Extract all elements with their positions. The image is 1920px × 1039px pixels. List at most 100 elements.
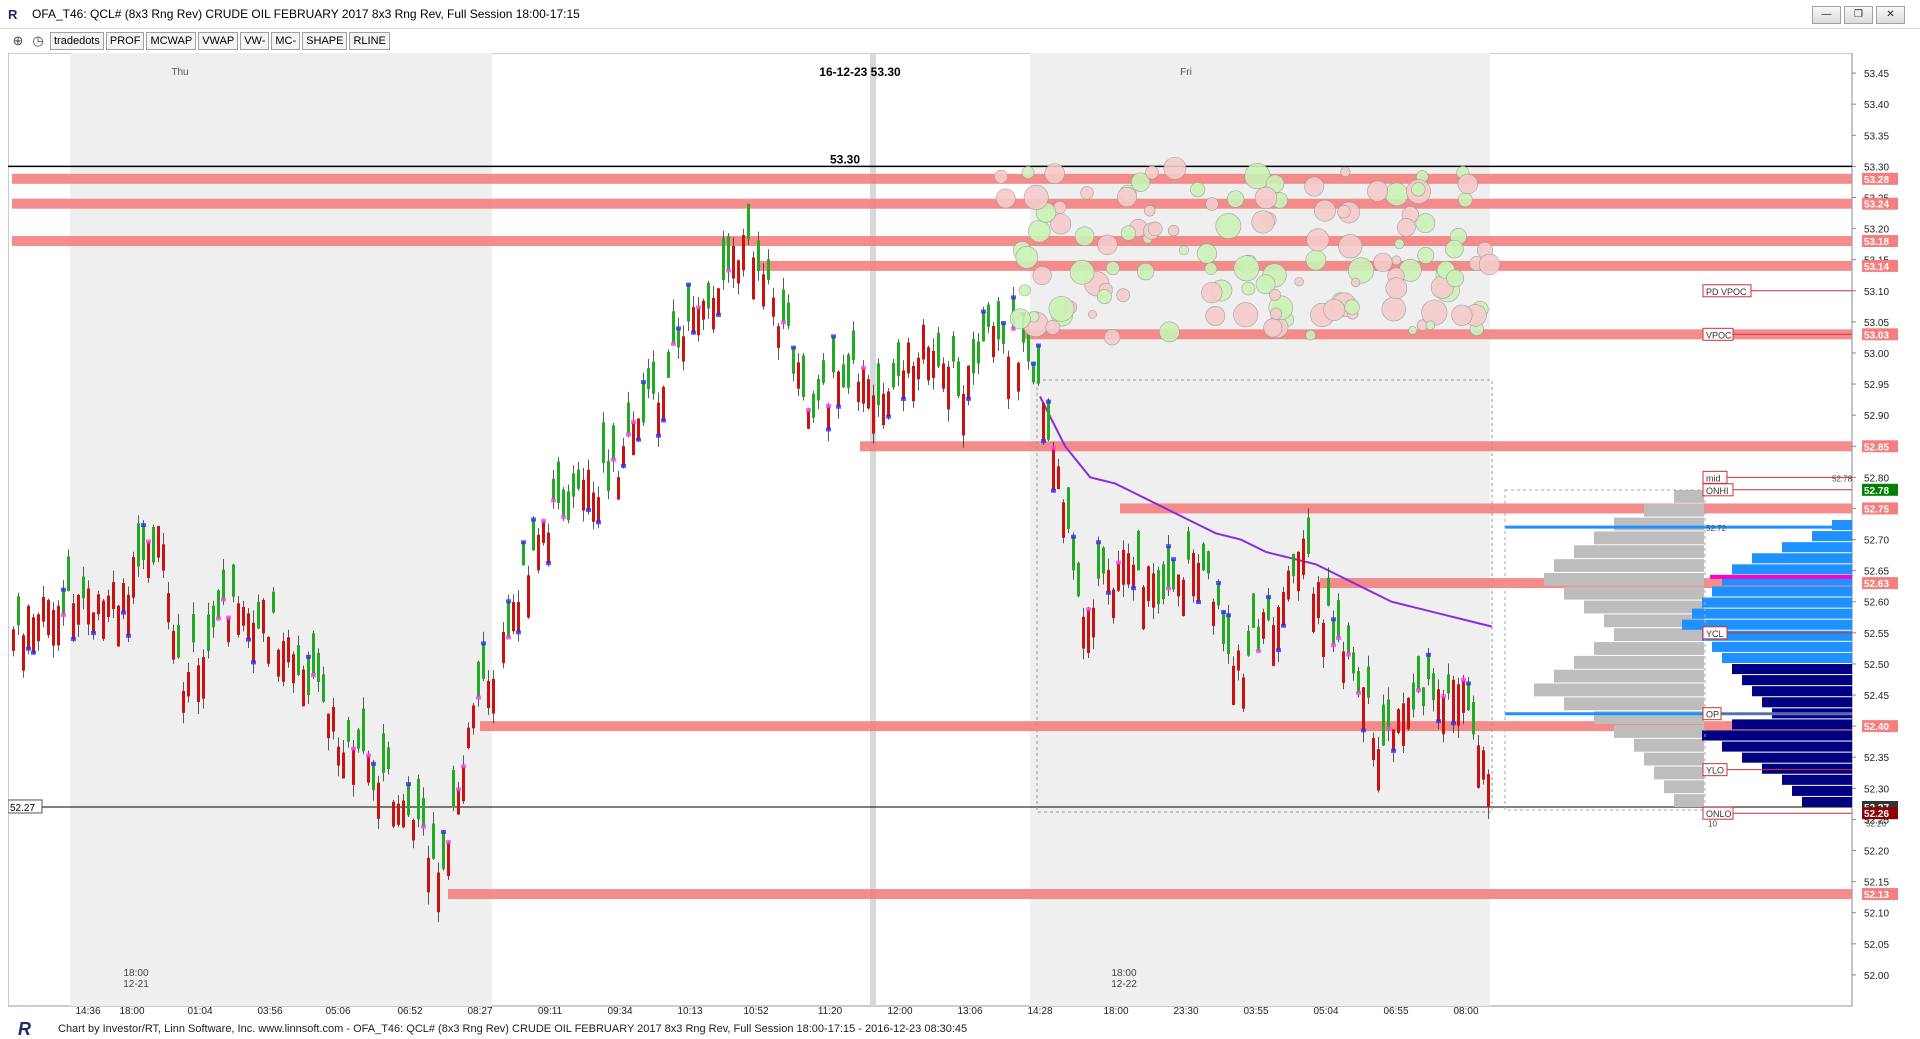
y-tick-label: 52.00 — [1864, 971, 1889, 982]
profile-bar — [1564, 586, 1704, 600]
sr-zone-label: 53.18 — [1864, 237, 1889, 248]
candle-body — [512, 602, 515, 632]
candle-body — [122, 583, 125, 613]
y-tick-label: 53.10 — [1864, 287, 1889, 298]
candle-body — [1112, 589, 1115, 619]
y-tick-label: 52.10 — [1864, 909, 1889, 920]
candle-body — [37, 614, 40, 642]
clock-icon[interactable]: ◷ — [30, 33, 46, 49]
candle-body — [422, 798, 425, 827]
window-title: OFA_T46: QCL# (8x3 Rng Rev) CRUDE OIL FE… — [32, 7, 580, 21]
order-flow-bubble — [1190, 182, 1206, 198]
candle-body — [1297, 551, 1300, 592]
candle-body — [557, 461, 560, 503]
candle-body — [292, 654, 295, 684]
order-flow-bubble — [1015, 245, 1039, 269]
rline-button[interactable]: RLINE — [349, 32, 390, 50]
candle-body — [807, 410, 810, 429]
candle-body — [302, 669, 305, 707]
x-tick-label: 05:06 — [325, 1006, 351, 1017]
x-tick-label: 13:06 — [957, 1006, 983, 1017]
restore-button[interactable]: ❐ — [1844, 6, 1873, 24]
candle-body — [532, 519, 535, 551]
order-flow-bubble — [1306, 228, 1330, 252]
candle-body — [1302, 538, 1305, 575]
vw-minus-button[interactable]: VW- — [240, 32, 270, 50]
tradedots-button[interactable]: tradedots — [50, 32, 104, 50]
candle-body — [1057, 466, 1060, 490]
vwap-button[interactable]: VWAP — [198, 32, 239, 50]
profile-bar-blue — [1702, 597, 1852, 608]
candle-body — [112, 582, 115, 610]
profile-bar — [1554, 669, 1704, 683]
chart-area[interactable]: 53.4553.4053.3553.3053.2553.2053.1553.10… — [8, 53, 1920, 1018]
y-tick-label: 52.95 — [1864, 380, 1889, 391]
candle-body — [157, 526, 160, 558]
shape-button[interactable]: SHAPE — [302, 32, 348, 50]
trade-dot — [1461, 677, 1466, 682]
candle-body — [672, 311, 675, 344]
candle-body — [312, 633, 315, 676]
session-label: Thu — [171, 67, 188, 78]
candle-body — [1347, 625, 1350, 655]
profile-bar-blue — [1722, 652, 1852, 663]
profile-bar-blue — [1792, 785, 1852, 796]
prof-button[interactable]: PROF — [105, 32, 145, 50]
candle-body — [587, 469, 590, 511]
candle-body — [1132, 564, 1135, 589]
candle-body — [1397, 709, 1400, 733]
order-flow-bubble — [1394, 238, 1405, 250]
candle-body — [1432, 673, 1435, 701]
x-tick-label: 11:20 — [817, 1006, 843, 1017]
trade-dot — [551, 498, 556, 503]
candle-body — [1117, 562, 1120, 591]
candle-body — [852, 330, 855, 361]
sr-zone — [1120, 503, 1852, 514]
order-flow-bubble — [1069, 259, 1095, 285]
profile-label: 10 — [1708, 820, 1717, 829]
order-flow-bubble — [1178, 245, 1189, 256]
x-tick-label: 18:00 — [1103, 1006, 1129, 1017]
candle-body — [47, 600, 50, 636]
candle-body — [1367, 666, 1370, 698]
candle-body — [547, 532, 550, 564]
trade-dot — [311, 673, 316, 678]
y-tick-label: 53.30 — [1864, 162, 1889, 173]
sr-zone-label: 52.40 — [1864, 722, 1889, 733]
mc-minus-button[interactable]: MC- — [271, 32, 301, 50]
candle-body — [1322, 622, 1325, 658]
order-flow-bubble — [1163, 156, 1187, 180]
zoom-icon[interactable]: ⊕ — [10, 33, 26, 49]
candle-body — [97, 594, 100, 615]
mcwap-button[interactable]: MCWAP — [146, 32, 197, 50]
candle-body — [187, 671, 190, 697]
price-chart[interactable]: 53.4553.4053.3553.3053.2553.2053.1553.10… — [8, 53, 1920, 1018]
candle-body — [842, 364, 845, 388]
candle-body — [892, 363, 895, 388]
profile-bar — [1544, 572, 1704, 586]
profile-bar-blue — [1762, 763, 1852, 774]
profile-bar — [1534, 683, 1704, 697]
candle-body — [1142, 586, 1145, 630]
candle-body — [637, 418, 640, 440]
close-button[interactable]: ✕ — [1876, 6, 1905, 24]
candle-body — [792, 347, 795, 374]
candle-body — [317, 652, 320, 682]
candle-body — [1222, 612, 1225, 644]
candle-body — [257, 602, 260, 629]
trade-dot — [1441, 694, 1446, 699]
profile-bar-blue — [1732, 564, 1852, 575]
trade-dot — [1071, 534, 1076, 539]
trade-dot — [31, 650, 36, 655]
candle-body — [1412, 682, 1415, 710]
trade-dot — [631, 419, 636, 424]
trade-dot — [456, 787, 461, 792]
candle-body — [817, 379, 820, 401]
order-flow-bubble — [1305, 329, 1316, 341]
order-flow-bubble — [1417, 247, 1435, 264]
trade-dot — [586, 508, 591, 513]
candle-body — [417, 778, 420, 820]
minimize-button[interactable]: — — [1812, 6, 1841, 24]
order-flow-bubble — [1080, 186, 1094, 200]
y-tick-label: 53.40 — [1864, 100, 1889, 111]
